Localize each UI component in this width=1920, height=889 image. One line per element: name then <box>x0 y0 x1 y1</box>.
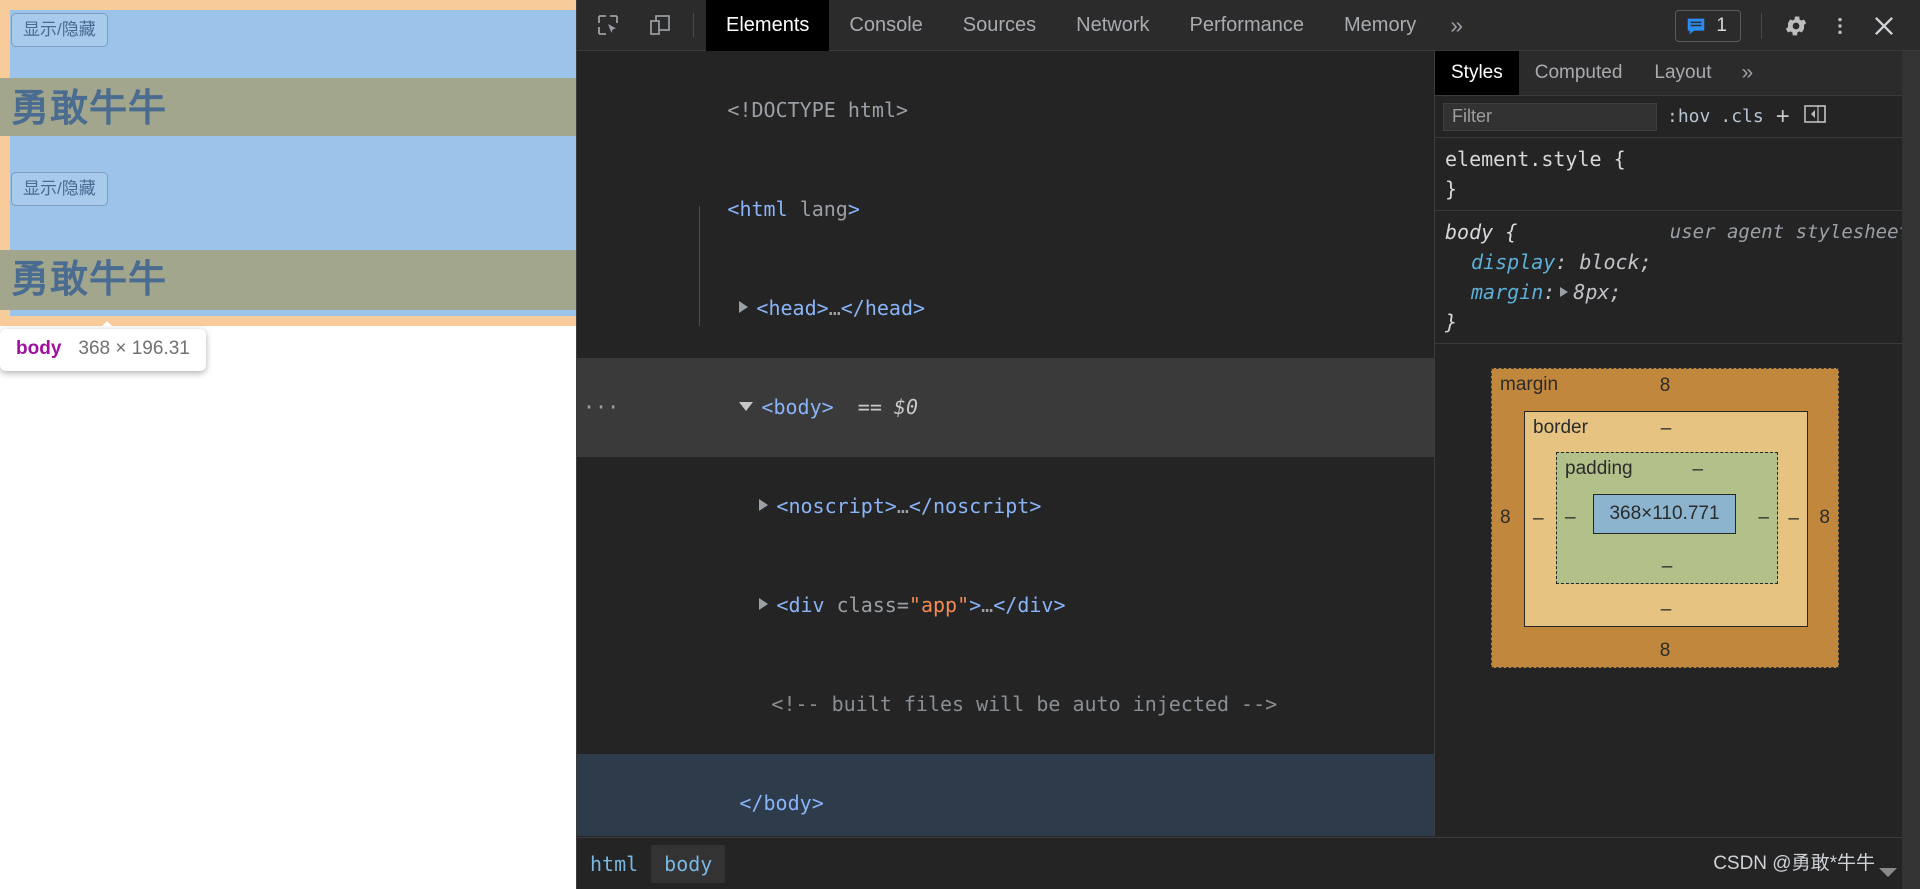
page-viewport: 显示/隐藏 勇敢牛牛 显示/隐藏 勇敢牛牛 body 368 × 196.31 <box>0 0 576 889</box>
screenshot-root: 显示/隐藏 勇敢牛牛 显示/隐藏 勇敢牛牛 body 368 × 196.31 <box>0 0 1920 889</box>
styles-filter-bar: :hov .cls + <box>1435 96 1920 138</box>
expand-triangle-icon[interactable] <box>739 301 748 313</box>
toggle-button-2[interactable]: 显示/隐藏 <box>11 172 108 206</box>
device-toolbar-icon[interactable] <box>639 6 681 44</box>
hov-toggle[interactable]: :hov <box>1667 106 1710 127</box>
tab-network[interactable]: Network <box>1056 0 1169 51</box>
box-model-diagram: margin 8 8 8 8 border – – – – paddin <box>1435 344 1920 668</box>
padding-left-value[interactable]: – <box>1565 507 1576 529</box>
devtools-panel: Elements Console Sources Network Perform… <box>576 0 1920 889</box>
dom-line-head[interactable]: <head>…</head> <box>577 259 1434 358</box>
expand-shorthand-triangle-icon[interactable] <box>1560 287 1568 297</box>
breadcrumb-body[interactable]: body <box>651 845 725 883</box>
dom-breadcrumb-bar: html body CSDN @勇敢*牛牛 <box>577 837 1920 889</box>
tab-styles[interactable]: Styles <box>1435 51 1519 95</box>
dom-line-comment: <!-- built files will be auto injected -… <box>577 655 1434 754</box>
css-property-display[interactable]: display <box>1471 250 1555 274</box>
inspect-element-icon[interactable] <box>587 6 629 44</box>
tabs-overflow-chevron-icon[interactable]: » <box>1436 0 1477 51</box>
border-top-value[interactable]: – <box>1661 418 1672 440</box>
padding-top-value[interactable]: – <box>1693 459 1704 481</box>
devtools-tab-bar: Elements Console Sources Network Perform… <box>706 0 1477 51</box>
watermark-caret-icon <box>1879 868 1897 877</box>
dom-line-body-open[interactable]: ···<body> == $0 <box>577 358 1434 457</box>
kebab-menu-icon[interactable] <box>1818 6 1862 46</box>
box-model-content-size: 368×110.771 <box>1609 503 1719 525</box>
css-rule-close-1: } <box>1445 177 1457 201</box>
styles-tabs-overflow-chevron-icon[interactable]: » <box>1727 51 1767 95</box>
box-model-margin[interactable]: margin 8 8 8 8 border – – – – paddin <box>1491 368 1839 668</box>
dom-row-menu-icon[interactable]: ··· <box>583 391 619 424</box>
css-value-display[interactable]: block; <box>1579 250 1651 274</box>
css-rule-source: user agent stylesheet <box>1670 217 1910 247</box>
css-value-margin[interactable]: 8px; <box>1573 280 1621 304</box>
box-model-padding-label: padding <box>1565 458 1633 480</box>
margin-top-value[interactable]: 8 <box>1660 375 1671 397</box>
collapse-triangle-icon[interactable] <box>739 402 753 411</box>
border-right-value[interactable]: – <box>1788 508 1799 530</box>
box-model-margin-label: margin <box>1500 374 1558 396</box>
watermark: CSDN @勇敢*牛牛 <box>1713 848 1875 875</box>
inspector-tooltip: body 368 × 196.31 <box>0 329 206 371</box>
tab-console[interactable]: Console <box>829 0 942 51</box>
message-bubble-icon <box>1685 15 1707 37</box>
css-selector-body: body { <box>1445 220 1517 244</box>
toggle-sidebar-icon[interactable] <box>1802 102 1828 131</box>
cls-toggle[interactable]: .cls <box>1720 106 1763 127</box>
inspector-tooltip-tag: body <box>16 338 61 360</box>
toolbar-right-group: 1 <box>1675 0 1920 51</box>
border-left-value[interactable]: – <box>1533 508 1544 530</box>
devtools-right-scrollbar[interactable] <box>1902 51 1920 889</box>
tab-performance[interactable]: Performance <box>1170 0 1325 51</box>
tab-elements[interactable]: Elements <box>706 0 829 51</box>
css-property-margin[interactable]: margin <box>1471 280 1543 304</box>
margin-left-value[interactable]: 8 <box>1500 507 1511 529</box>
dom-line-body-close[interactable]: </body> <box>577 754 1434 836</box>
inspector-tooltip-dimensions: 368 × 196.31 <box>78 338 189 360</box>
dom-line-html-open[interactable]: <html lang> <box>577 160 1434 259</box>
new-style-rule-button[interactable]: + <box>1774 103 1792 131</box>
dom-line-noscript[interactable]: <noscript>…</noscript> <box>577 457 1434 556</box>
margin-right-value[interactable]: 8 <box>1819 507 1830 529</box>
box-model-padding[interactable]: padding – – – – 368×110.771 <box>1556 452 1778 584</box>
dom-line-div-app[interactable]: <div class="app">…</div> <box>577 556 1434 655</box>
expand-triangle-icon[interactable] <box>759 499 768 511</box>
toolbar-divider <box>693 13 694 37</box>
heading-2: 勇敢牛牛 <box>11 261 167 299</box>
box-model-border-label: border <box>1533 417 1588 439</box>
border-bottom-value[interactable]: – <box>1661 599 1672 621</box>
tab-sources[interactable]: Sources <box>943 0 1056 51</box>
dom-line-doctype: <!DOCTYPE html> <box>577 61 1434 160</box>
tab-computed[interactable]: Computed <box>1519 51 1639 95</box>
box-model-border[interactable]: border – – – – padding – – – – <box>1524 411 1808 627</box>
toggle-button-1[interactable]: 显示/隐藏 <box>11 13 108 47</box>
dom-body-selection-marker: == $0 <box>858 395 918 419</box>
expand-triangle-icon[interactable] <box>759 598 768 610</box>
padding-right-value[interactable]: – <box>1758 507 1769 529</box>
dom-tree-pane: <!DOCTYPE html> <html lang> <head>…</hea… <box>577 51 1435 836</box>
heading-1: 勇敢牛牛 <box>11 90 167 128</box>
toolbar-right-divider <box>1761 13 1762 39</box>
margin-bottom-value[interactable]: 8 <box>1660 640 1671 662</box>
styles-pane: Styles Computed Layout » :hov .cls + <box>1435 51 1920 836</box>
breadcrumb-html[interactable]: html <box>577 845 651 883</box>
css-selector-element-style: element.style { <box>1445 147 1626 171</box>
styles-filter-input[interactable] <box>1443 103 1657 131</box>
box-model-content[interactable]: 368×110.771 <box>1593 494 1736 534</box>
devtools-main-split: <!DOCTYPE html> <html lang> <head>…</hea… <box>577 51 1920 836</box>
padding-bottom-value[interactable]: – <box>1662 556 1673 578</box>
styles-tab-bar: Styles Computed Layout » <box>1435 51 1920 96</box>
tab-layout[interactable]: Layout <box>1638 51 1727 95</box>
css-rule-close-2: } <box>1445 310 1457 334</box>
close-icon[interactable] <box>1862 6 1906 46</box>
message-count: 1 <box>1716 15 1727 37</box>
devtools-toolbar: Elements Console Sources Network Perform… <box>577 0 1920 51</box>
tab-memory[interactable]: Memory <box>1324 0 1436 51</box>
css-rule-body-ua[interactable]: user agent stylesheet body { display: bl… <box>1435 211 1920 344</box>
css-rule-element-style[interactable]: element.style { } <box>1435 138 1920 211</box>
message-count-badge[interactable]: 1 <box>1675 10 1741 42</box>
settings-gear-icon[interactable] <box>1774 6 1818 46</box>
